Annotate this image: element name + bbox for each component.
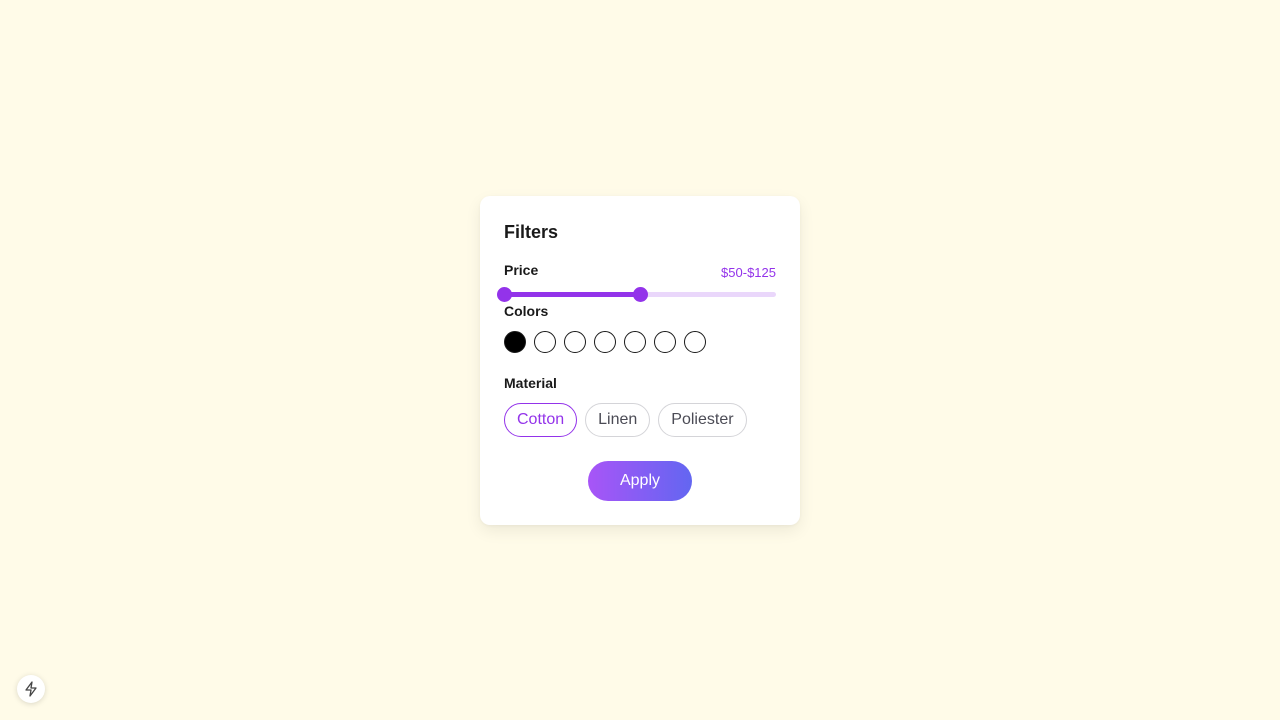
apply-button[interactable]: Apply <box>588 461 692 501</box>
material-chip-poliester[interactable]: Poliester <box>658 403 747 437</box>
price-range-fill <box>504 292 640 297</box>
material-chip-cotton[interactable]: Cotton <box>504 403 578 437</box>
color-swatch-black[interactable] <box>504 331 526 353</box>
color-swatch-option-7[interactable] <box>684 331 706 353</box>
material-chip-linen[interactable]: Linen <box>585 403 651 437</box>
bolt-button[interactable] <box>17 675 45 703</box>
material-options: Cotton Linen Poliester <box>504 403 747 437</box>
color-swatch-option-4[interactable] <box>594 331 616 353</box>
price-label: Price <box>504 262 539 278</box>
color-swatches <box>504 331 706 353</box>
price-range-value: $50-$125 <box>721 265 776 280</box>
color-swatch-option-5[interactable] <box>624 331 646 353</box>
price-range-slider[interactable] <box>496 287 776 302</box>
color-swatch-option-3[interactable] <box>564 331 586 353</box>
color-swatch-option-2[interactable] <box>534 331 556 353</box>
bolt-icon <box>25 681 37 697</box>
material-label: Material <box>504 375 557 391</box>
colors-label: Colors <box>504 303 549 319</box>
price-min-handle[interactable] <box>496 287 512 302</box>
price-max-handle[interactable] <box>632 287 648 302</box>
filters-title: Filters <box>504 222 559 242</box>
filters-card: Filters Price $50-$125 Colors Material C… <box>480 196 800 525</box>
color-swatch-option-6[interactable] <box>654 331 676 353</box>
